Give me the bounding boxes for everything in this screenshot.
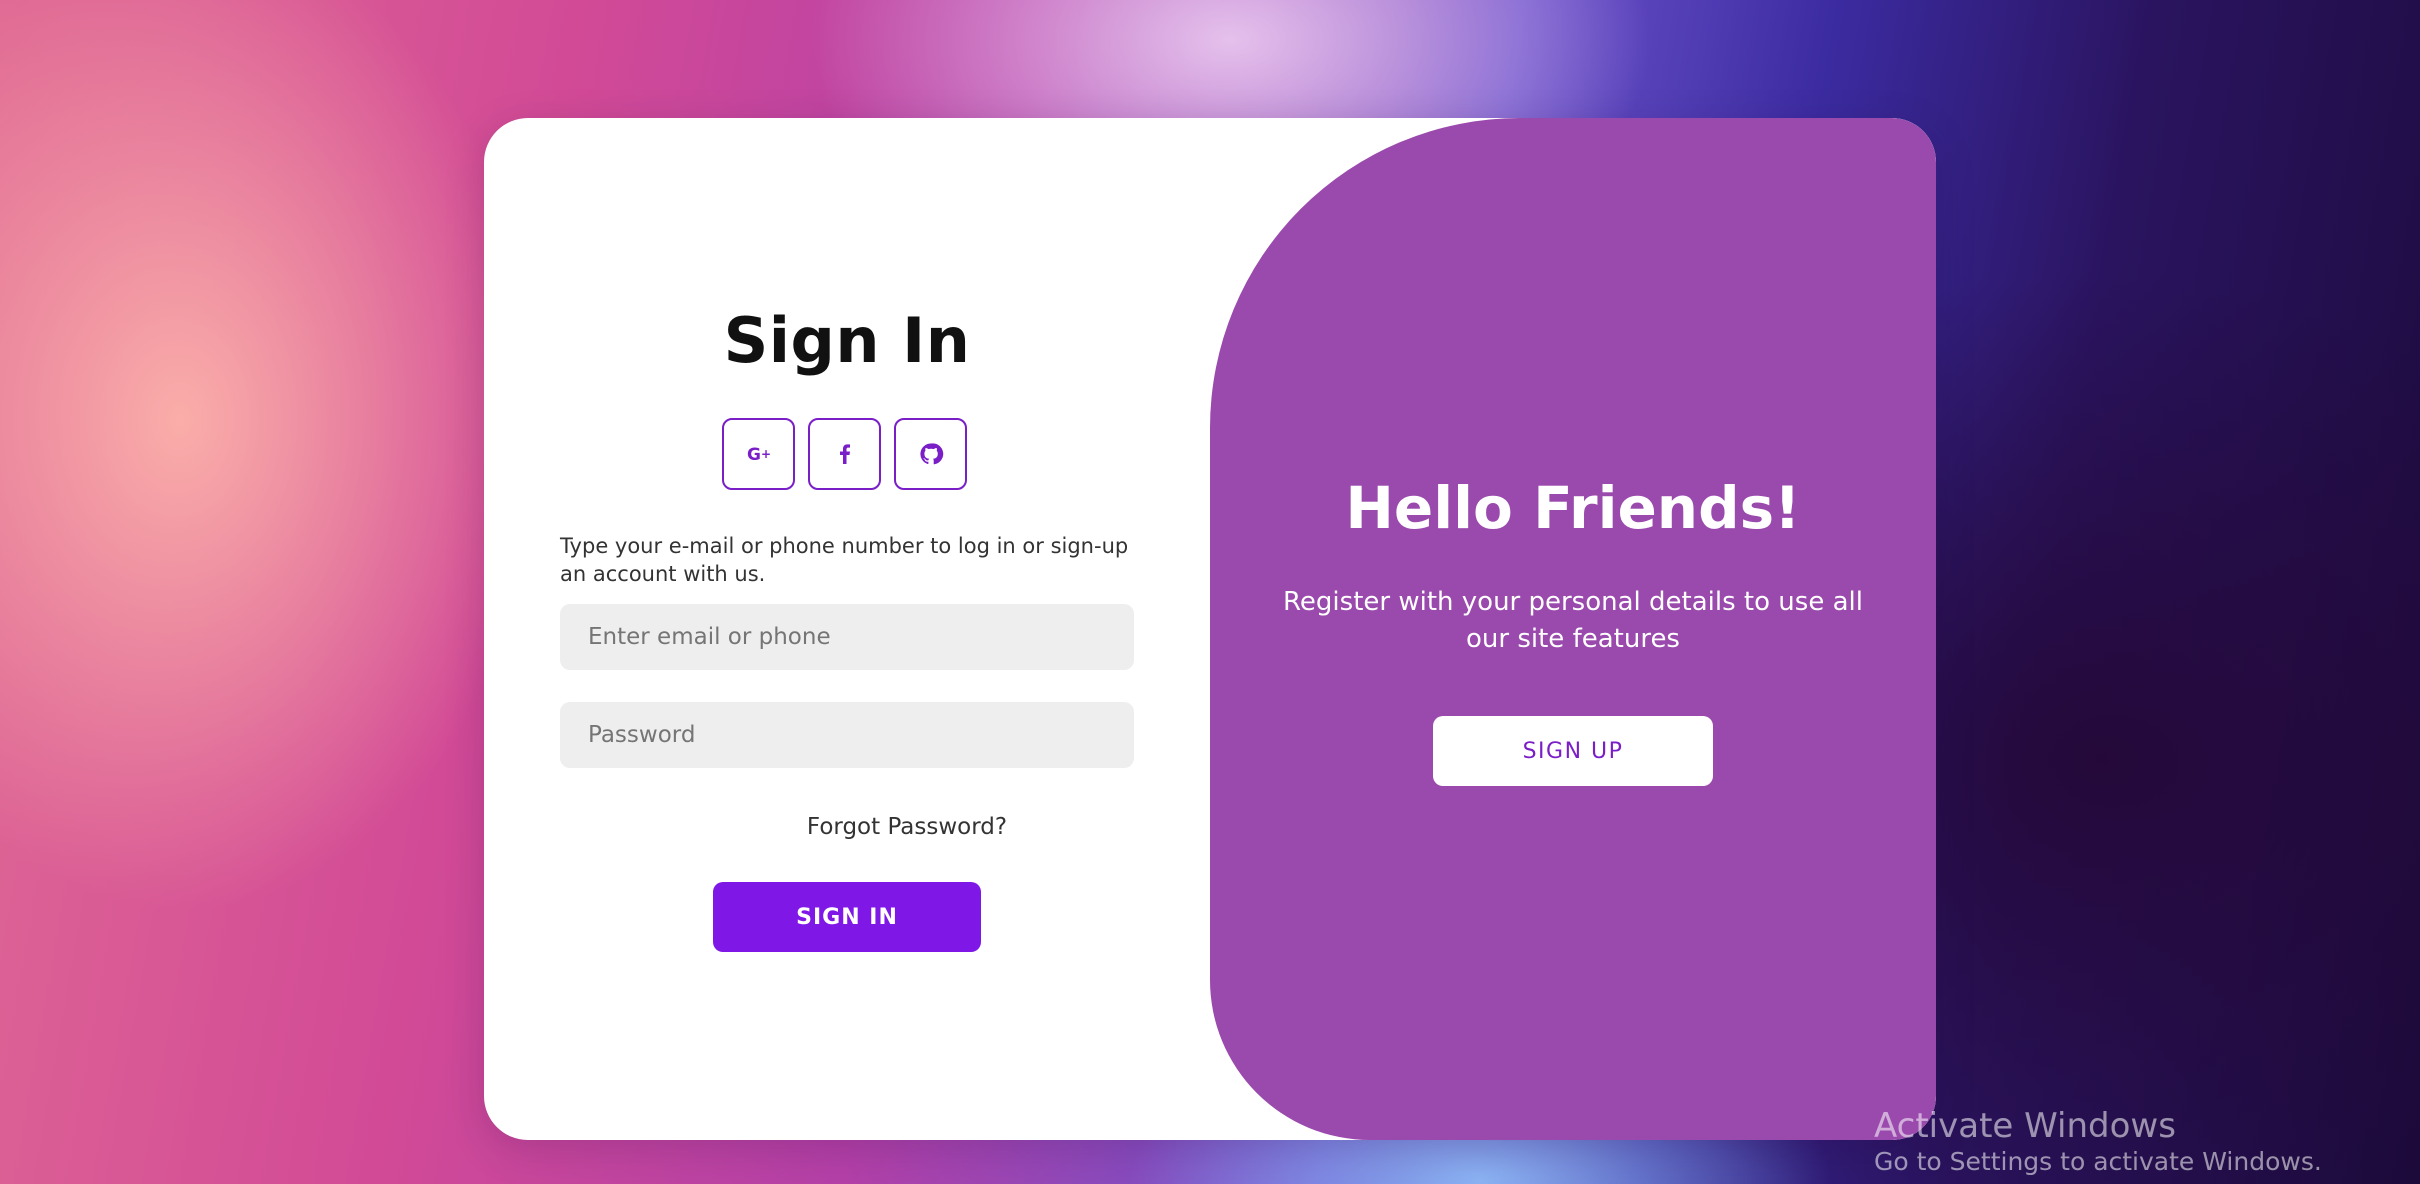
welcome-text: Register with your personal details to u… <box>1283 587 1863 654</box>
github-icon <box>919 443 943 465</box>
facebook-icon <box>839 444 850 464</box>
watermark-subtitle: Go to Settings to activate Windows. <box>1874 1147 2322 1176</box>
password-field[interactable] <box>560 702 1134 768</box>
signin-title: Sign In <box>723 304 971 377</box>
welcome-title: Hello Friends! <box>1345 474 1801 542</box>
github-button[interactable] <box>894 418 967 490</box>
signin-panel: Sign In G + Type your e-mail or phone nu… <box>484 118 1210 1140</box>
svg-text:+: + <box>761 447 771 461</box>
facebook-button[interactable] <box>808 418 881 490</box>
auth-card: Sign In G + Type your e-mail or phone nu… <box>484 118 1936 1140</box>
sign-in-button[interactable]: SIGN IN <box>713 882 981 952</box>
welcome-panel: Hello Friends! Register with your person… <box>1210 118 1936 1140</box>
social-login-row: G + <box>722 418 972 492</box>
forgot-password-link[interactable]: Forgot Password? <box>484 814 1330 840</box>
watermark-title: Activate Windows <box>1874 1106 2176 1146</box>
sign-up-button[interactable]: SIGN UP <box>1433 716 1713 786</box>
google-plus-button[interactable]: G + <box>722 418 795 490</box>
windows-activation-watermark: Activate Windows Go to Settings to activ… <box>1874 1106 2322 1178</box>
signin-hint: Type your e-mail or phone number to log … <box>560 534 1129 586</box>
svg-text:G: G <box>747 445 761 465</box>
email-field[interactable] <box>560 604 1134 670</box>
google-plus-icon: G + <box>747 445 771 465</box>
